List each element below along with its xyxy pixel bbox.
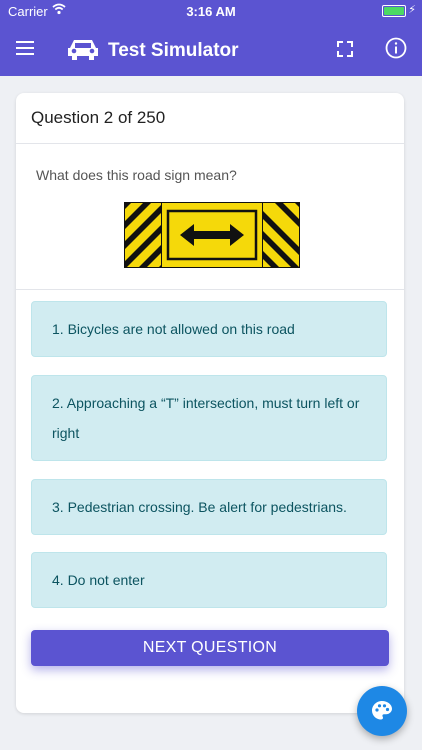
- question-counter: Question 2 of 250: [31, 108, 166, 127]
- answer-option-2[interactable]: 2. Approaching a “T” intersection, must …: [31, 375, 387, 461]
- answer-option-4[interactable]: 4. Do not enter: [31, 552, 387, 608]
- double-arrow-road-sign-icon: [124, 202, 300, 268]
- answer-label: 4. Do not enter: [52, 572, 145, 588]
- status-bar: Carrier 3:16 AM ⚡: [0, 0, 422, 22]
- theme-palette-button[interactable]: [357, 686, 407, 736]
- question-card: Question 2 of 250 What does this road si…: [16, 93, 404, 713]
- answer-label: 2. Approaching a “T” intersection, must …: [52, 395, 360, 441]
- battery-level: [384, 7, 404, 15]
- app-title: Test Simulator: [108, 40, 239, 61]
- nav-bar: Test Simulator: [0, 24, 422, 76]
- menu-icon[interactable]: [14, 38, 38, 58]
- charging-icon: ⚡: [408, 4, 416, 16]
- status-time: 3:16 AM: [186, 4, 236, 19]
- fullscreen-icon[interactable]: [334, 38, 356, 60]
- question-header: Question 2 of 250: [16, 93, 404, 144]
- info-icon[interactable]: [385, 37, 407, 59]
- question-text: What does this road sign mean?: [36, 167, 237, 183]
- answer-label: 1. Bicycles are not allowed on this road: [52, 321, 295, 337]
- palette-icon: [372, 701, 392, 720]
- next-question-button[interactable]: NEXT QUESTION: [31, 630, 389, 666]
- battery-icon: [382, 5, 406, 17]
- answer-option-3[interactable]: 3. Pedestrian crossing. Be alert for ped…: [31, 479, 387, 535]
- car-icon: [68, 40, 98, 60]
- section-divider: [16, 289, 404, 290]
- answer-option-1[interactable]: 1. Bicycles are not allowed on this road: [31, 301, 387, 357]
- app-header: Carrier 3:16 AM ⚡ Test Simulator: [0, 0, 422, 76]
- answer-label: 3. Pedestrian crossing. Be alert for ped…: [52, 499, 347, 515]
